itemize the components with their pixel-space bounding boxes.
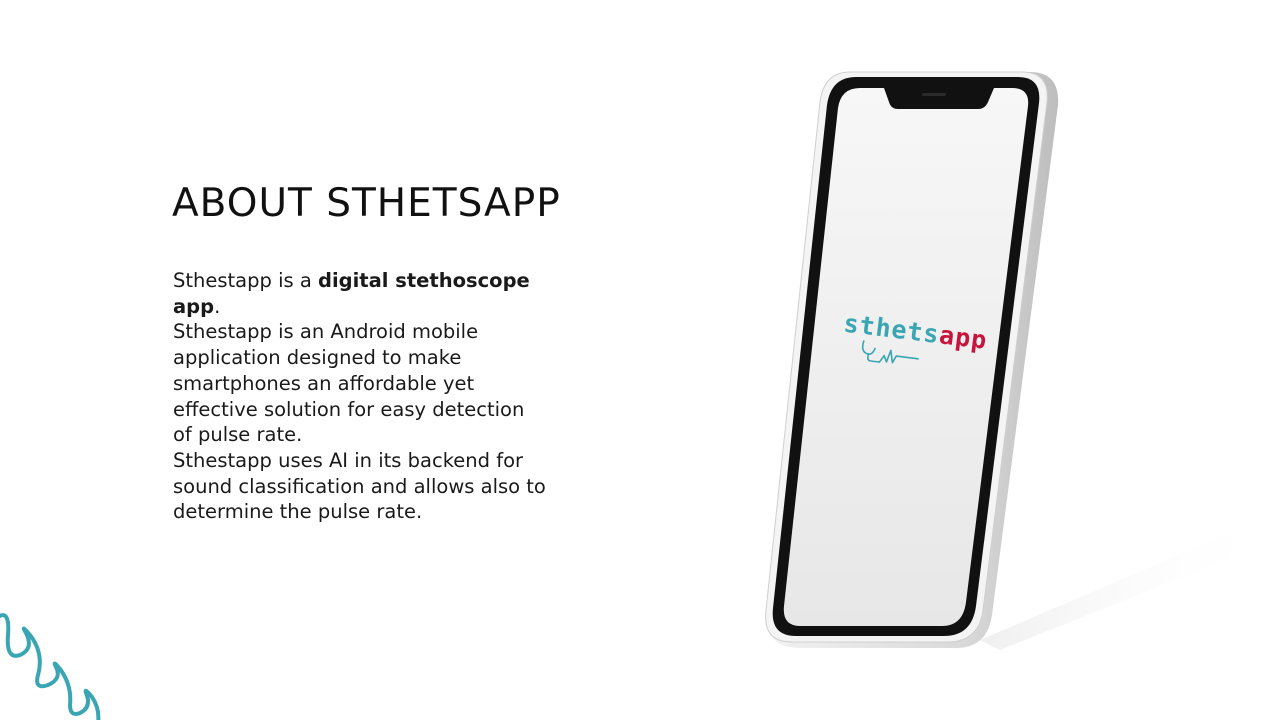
description-paragraph-3: Sthestapp uses AI in its backend for sou…: [173, 448, 546, 524]
phone-mockup: [700, 50, 1280, 690]
slide: ABOUT STHETSAPP Sthestapp is a digital s…: [0, 0, 1280, 720]
description-paragraph-2: Sthestapp is an Android mobile applicati…: [173, 320, 525, 447]
description-paragraph-1: Sthestapp is a digital stethoscope app.: [173, 268, 548, 319]
about-description: Sthestapp is a digital stethoscope app. …: [173, 268, 548, 525]
logo-text-red: app: [937, 320, 990, 355]
p1-suffix: .: [214, 294, 221, 318]
slide-title: ABOUT STHETSAPP: [172, 181, 561, 226]
phone-speaker: [922, 93, 946, 96]
phone-shadow: [980, 520, 1275, 650]
p1-prefix: Sthestapp is a: [173, 269, 319, 292]
squiggle-line-decoration: [0, 613, 101, 720]
